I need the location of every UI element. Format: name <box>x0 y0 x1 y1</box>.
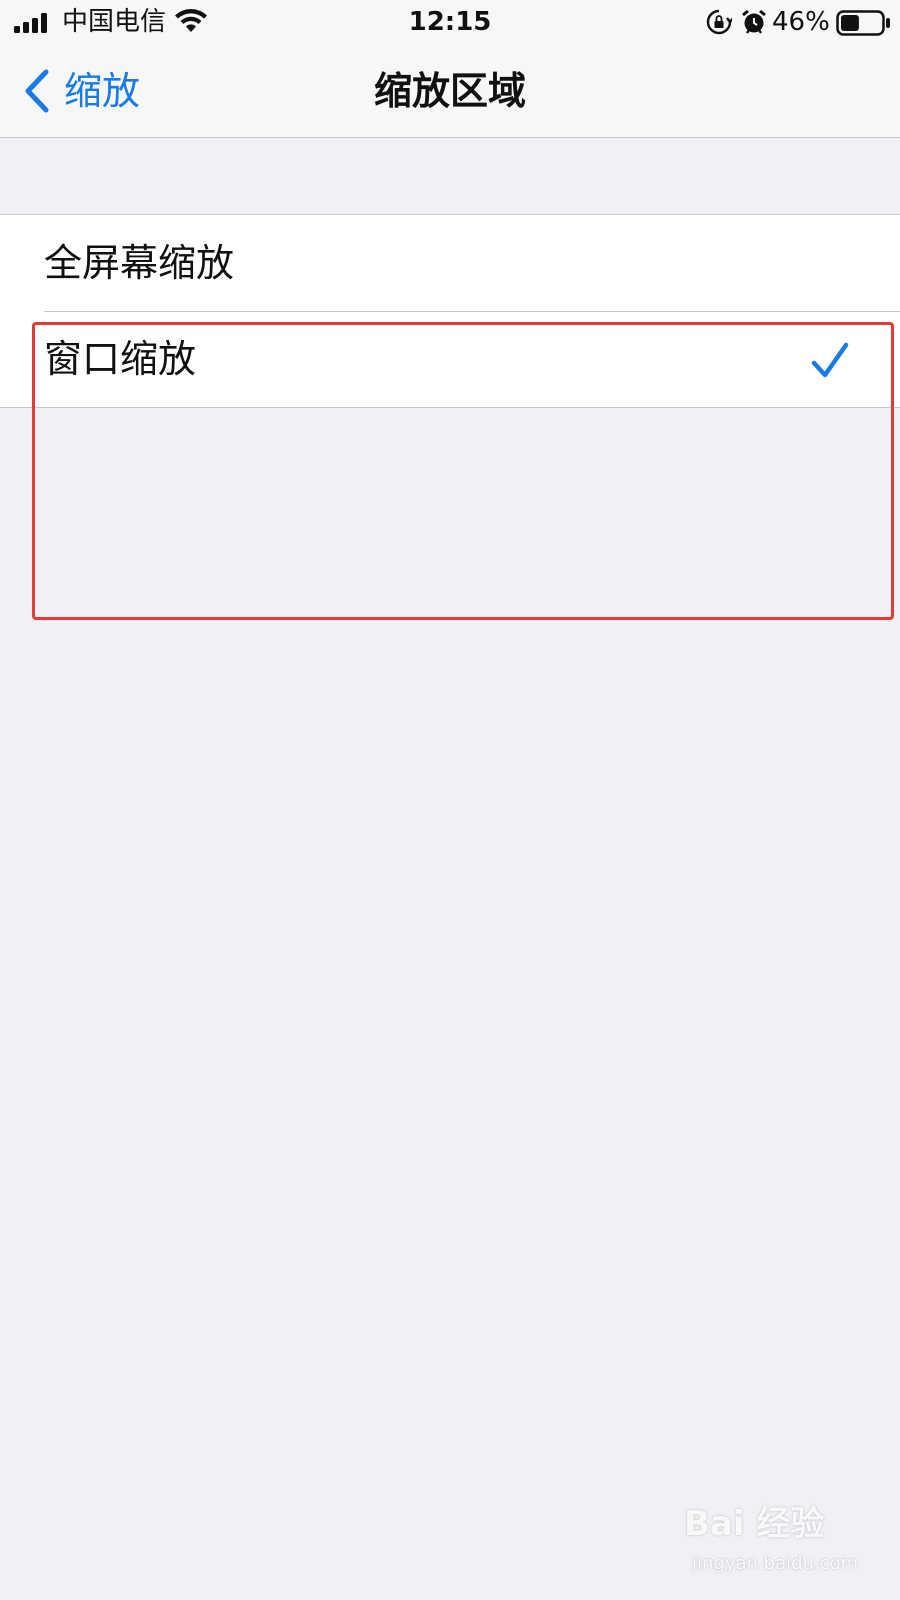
status-bar: 中国电信 12:15 46% <box>0 0 900 44</box>
orientation-lock-icon <box>706 9 732 35</box>
watermark: Bai 经验 jingyan.baidu.com <box>684 1500 884 1582</box>
watermark-logo: Bai 经验 <box>684 1504 825 1544</box>
battery-icon <box>836 10 890 36</box>
option-label: 全屏幕缩放 <box>44 241 235 285</box>
alarm-icon <box>742 9 766 34</box>
page-title: 缩放区域 <box>373 69 526 113</box>
navigation-bar: 缩放 缩放区域 <box>0 44 900 138</box>
highlight-annotation-box <box>32 322 894 620</box>
watermark-url: jingyan.baidu.com <box>692 1553 859 1574</box>
screen: 中国电信 12:15 46% 缩放 缩放区域 全屏幕缩放 窗口缩放 Bai 经验… <box>0 0 900 1600</box>
option-full-screen-zoom[interactable]: 全屏幕缩放 <box>0 215 900 311</box>
battery-percent: 46% <box>772 7 830 37</box>
